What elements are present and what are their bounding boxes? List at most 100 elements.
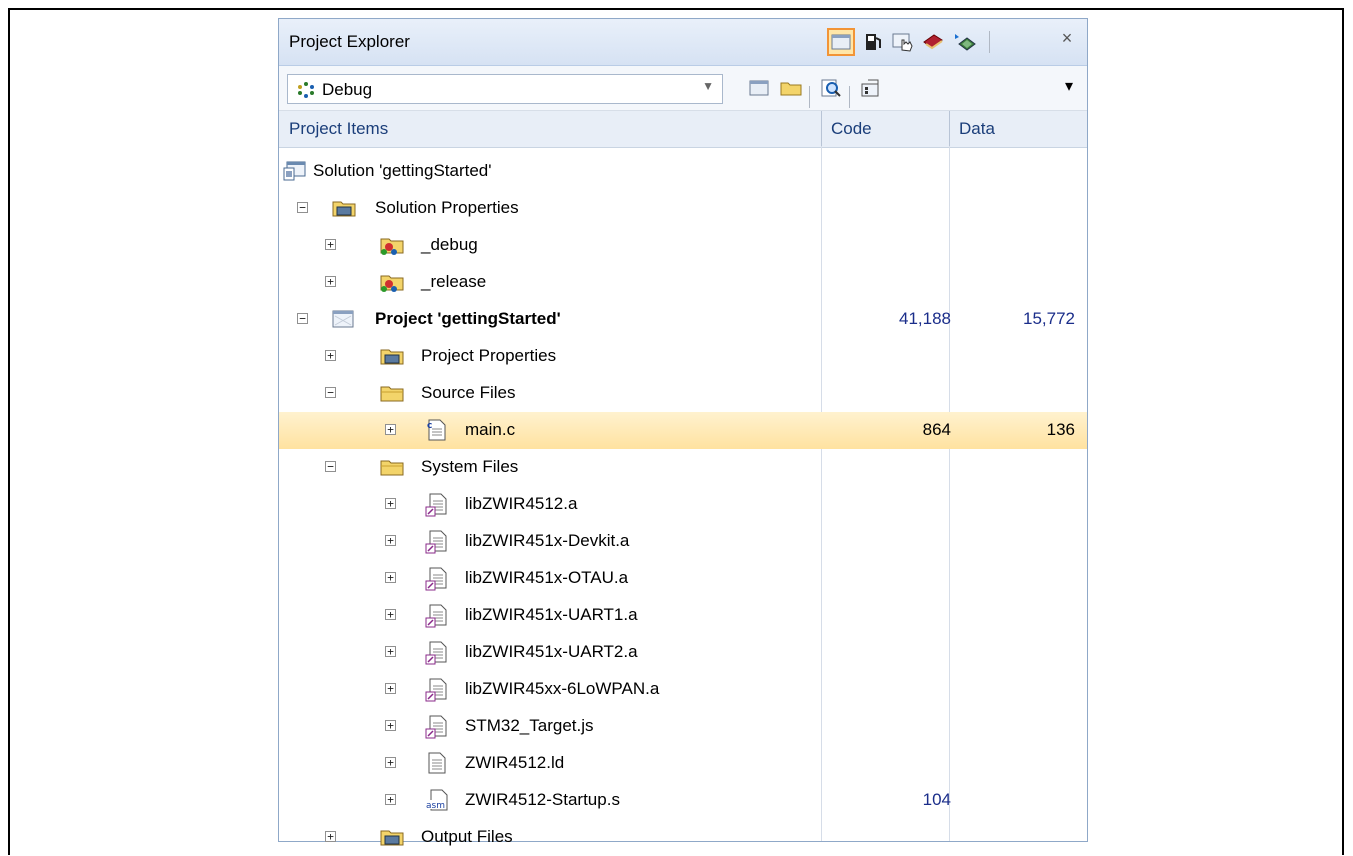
collapse-icon[interactable]: − [325,387,336,398]
expand-icon[interactable]: + [325,239,336,250]
find-icon[interactable] [817,74,845,102]
expand-icon[interactable]: + [325,350,336,361]
library-file-icon [425,493,449,517]
tree-row[interactable]: + STM32_Target.js [279,708,1087,745]
tree-row[interactable]: − Source Files [279,375,1087,412]
collapse-icon[interactable]: − [325,461,336,472]
tree-item-label: System Files [421,457,519,476]
tree-item-label: Project 'gettingStarted' [375,309,561,328]
expand-icon[interactable]: + [385,794,396,805]
tree-row[interactable]: + _release [279,264,1087,301]
new-project-icon[interactable] [745,74,773,102]
tree-row[interactable]: + Output Files [279,819,1087,856]
library-file-icon [425,715,449,739]
collapse-icon[interactable]: − [297,202,308,213]
column-data[interactable]: Data [959,119,995,139]
tree-row[interactable]: + _debug [279,227,1087,264]
tree-item-label: STM32_Target.js [465,716,594,735]
library-file-icon [425,604,449,628]
toolbar-separator [989,31,990,53]
tree-row[interactable]: − System Files [279,449,1087,486]
tree-row[interactable]: + libZWIR451x-OTAU.a [279,560,1087,597]
tree-item-label: Project Properties [421,346,557,365]
tree-row[interactable]: + libZWIR451x-UART2.a [279,634,1087,671]
tree-row[interactable]: + libZWIR451x-Devkit.a [279,523,1087,560]
folder-icon [379,382,404,404]
column-divider[interactable] [821,111,822,147]
toolbar-separator [809,86,810,108]
tree-row[interactable]: Solution 'gettingStarted' [279,153,1087,190]
close-icon[interactable]: × [1055,28,1079,49]
tree-row[interactable]: + libZWIR451x-UART1.a [279,597,1087,634]
expand-icon[interactable]: + [385,757,396,768]
solution-icon [283,160,307,182]
column-header: Project Items Code Data [279,110,1087,148]
expand-icon[interactable]: + [385,424,396,435]
collapse-icon[interactable]: − [297,313,308,324]
text-file-icon [425,752,449,774]
project-explorer-panel: Project Explorer × Debug ▼ ▾ Project Ite… [278,18,1088,846]
tree-item-label: ZWIR4512.ld [465,753,565,772]
expand-icon[interactable]: + [385,498,396,509]
project-icon [331,308,355,330]
expand-icon[interactable]: + [385,646,396,657]
tree-item-label: libZWIR451x-UART2.a [465,642,638,661]
code-size: 864 [922,420,951,439]
properties-folder-icon [379,345,404,367]
toolbar-separator [849,86,850,108]
expand-icon[interactable]: + [325,276,336,287]
tree-row[interactable]: + Project Properties [279,338,1087,375]
tree-item-label: _debug [421,235,478,254]
code-size: 104 [922,790,951,809]
tree-item-label: Output Files [421,827,513,846]
fuel-icon[interactable] [859,28,887,56]
expand-icon[interactable]: + [385,572,396,583]
library-file-icon [425,530,449,554]
column-code[interactable]: Code [831,119,872,139]
config-cycle-icon [296,81,316,104]
tree-row[interactable]: + libZWIR45xx-6LoWPAN.a [279,671,1087,708]
expand-icon[interactable]: + [385,535,396,546]
properties-folder-icon [379,826,404,848]
expand-icon[interactable]: + [325,831,336,842]
tree-item-label: libZWIR4512.a [465,494,578,513]
data-size: 15,772 [1023,309,1075,328]
data-size: 136 [1046,420,1075,439]
asm-file-icon: asm [425,789,449,811]
expand-icon[interactable]: + [385,683,396,694]
tree-row[interactable]: + c main.c 864 136 [279,412,1087,449]
tree-row[interactable]: + asm ZWIR4512-Startup.s 104 [279,782,1087,819]
library-file-icon [425,678,449,702]
book-icon[interactable] [919,28,947,56]
tree-row[interactable]: − Solution Properties [279,190,1087,227]
tree-row[interactable]: − Project 'gettingStarted' 41,188 15,772 [279,301,1087,338]
configuration-select[interactable]: Debug ▼ [287,74,723,104]
folder-icon[interactable] [777,74,805,102]
tree-item-label: Source Files [421,383,516,402]
tree-item-label: main.c [465,420,516,439]
column-project-items[interactable]: Project Items [289,119,388,139]
tree-item-label: libZWIR451x-UART1.a [465,605,638,624]
tree-item-label: _release [421,272,487,291]
column-divider[interactable] [949,111,950,147]
hand-icon[interactable] [889,28,917,56]
tree-row[interactable]: + libZWIR4512.a [279,486,1087,523]
expand-icon[interactable]: + [385,609,396,620]
library-file-icon [425,641,449,665]
code-size: 41,188 [899,309,951,328]
overflow-menu-icon[interactable]: ▾ [1065,76,1073,96]
chevron-down-icon: ▼ [702,79,714,93]
properties-icon[interactable] [857,74,885,102]
tree-item-label: libZWIR45xx-6LoWPAN.a [465,679,660,698]
chip-icon[interactable] [951,28,979,56]
view-icon[interactable] [827,28,855,56]
svg-text:asm: asm [426,801,445,811]
configuration-value: Debug [322,80,373,99]
tree-item-label: ZWIR4512-Startup.s [465,790,620,809]
tree-row[interactable]: + ZWIR4512.ld [279,745,1087,782]
tree-item-label: libZWIR451x-Devkit.a [465,531,630,550]
panel-toolbar: Debug ▼ ▾ [279,66,1087,110]
config-folder-icon [379,271,404,293]
expand-icon[interactable]: + [385,720,396,731]
config-folder-icon [379,234,404,256]
